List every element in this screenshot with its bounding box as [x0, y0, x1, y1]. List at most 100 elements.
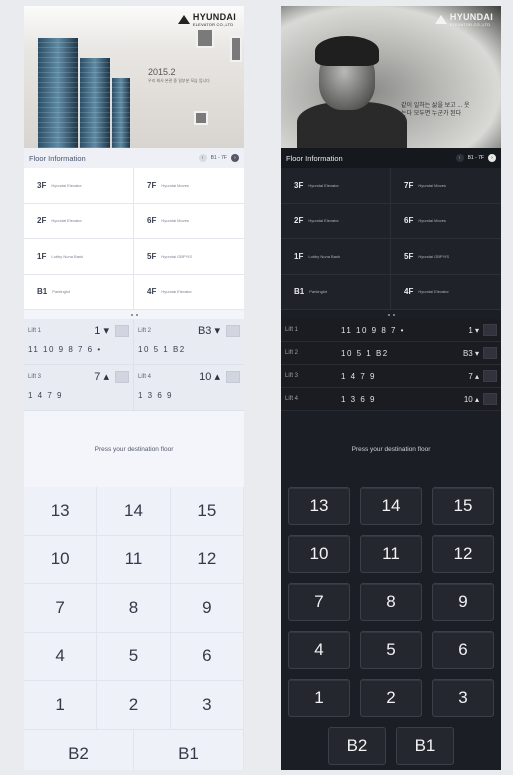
floor-key[interactable]: 2	[97, 681, 171, 730]
floor-key-b2[interactable]: B2	[328, 727, 386, 765]
brand-subtitle: ELEVATOR CO.,LTD	[192, 22, 234, 27]
floor-key[interactable]: 5	[360, 631, 422, 669]
floor-entry[interactable]: 7F Hyundai Moves	[391, 168, 501, 204]
lift-current-floor: 10 ▴	[463, 394, 479, 404]
floor-key[interactable]: 8	[97, 584, 171, 633]
floor-key-b1[interactable]: B1	[396, 727, 454, 765]
floor-directory: 3F Hyundai Elevator 7F Hyundai Moves 2F Hyu…	[281, 168, 501, 310]
hero-date: 2015.2	[148, 67, 176, 77]
chevron-left-icon[interactable]: ‹	[198, 154, 207, 162]
floor-key-b1[interactable]: B1	[134, 729, 244, 770]
floor-number: 6F	[404, 216, 414, 226]
lift-status: Lift 4 1 3 6 9 10 ▴	[281, 388, 501, 411]
floor-key[interactable]: 4	[24, 632, 98, 681]
floor-key[interactable]: 14	[97, 487, 171, 536]
floor-key[interactable]: 9	[170, 584, 244, 633]
floor-entry[interactable]: 4F Hyundai Elevator	[134, 274, 244, 310]
lift-status: Lift 2 10 5 1 B2 B3 ▾	[281, 342, 501, 365]
floor-number: 7F	[404, 180, 414, 190]
floor-key[interactable]: 15	[170, 487, 244, 536]
floor-key[interactable]: 8	[360, 583, 422, 621]
building-image	[38, 38, 78, 148]
lift-current-floor: 7 ▴	[94, 371, 109, 383]
floor-entry[interactable]: 2F Hyundai Elevator	[24, 203, 134, 239]
brand-subtitle: ELEVATOR CO.,LTD	[449, 22, 491, 27]
lift-name: Lift 4	[285, 396, 299, 402]
chevron-left-icon[interactable]: ‹	[455, 154, 464, 162]
floor-tenant: Lobby Nuna Bank	[308, 253, 341, 259]
hero-caption: 우리 회사 본관 중 일부분 모습 입니다	[148, 78, 210, 83]
floor-tenant: Lobby Nuna Bank	[51, 253, 84, 259]
floor-info-title: Floor Information	[29, 153, 86, 163]
lift-status-list: Lift 1 11 10 9 8 7 • 1 ▾ Lift 2 10 5 1 B2 B3…	[281, 319, 501, 411]
floor-number: 5F	[147, 251, 157, 261]
floor-tenant: Hyundai Moves	[418, 218, 446, 224]
page-dot	[130, 313, 133, 316]
chevron-right-icon[interactable]: ›	[231, 154, 239, 162]
floor-key[interactable]: 5	[97, 632, 171, 681]
thumbnail-photo	[194, 111, 208, 125]
floor-entry[interactable]: 3F Hyundai Elevator	[281, 168, 391, 204]
light-kiosk-panel: 2015.2 우리 회사 본관 중 일부분 모습 입니다 HYUNDAI ELEV…	[24, 6, 244, 770]
lift-queue: 1 3 6 9	[138, 390, 173, 400]
floor-number: 5F	[404, 251, 414, 261]
floor-key[interactable]: 10	[24, 535, 98, 584]
floor-key[interactable]: 13	[288, 487, 350, 525]
floor-key[interactable]: 7	[24, 584, 98, 633]
floor-entry[interactable]: 5F Hyundai GBPYIS	[134, 239, 244, 275]
floor-key[interactable]: 1	[24, 681, 98, 730]
floor-number: 2F	[37, 216, 47, 226]
floor-key-b2[interactable]: B2	[24, 729, 134, 770]
floor-key[interactable]: 9	[432, 583, 494, 621]
brand-name: HYUNDAI	[192, 12, 236, 22]
floor-key[interactable]: 7	[288, 583, 350, 621]
floor-key[interactable]: 1	[288, 679, 350, 717]
floor-entry[interactable]: 1F Lobby Nuna Bank	[281, 239, 391, 275]
floor-key[interactable]: 12	[170, 535, 244, 584]
floor-entry[interactable]: 3F Hyundai Elevator	[24, 168, 134, 204]
lift-current-floor: B3 ▾	[462, 348, 479, 358]
floor-key[interactable]: 12	[432, 535, 494, 573]
destination-prompt: Press your destination floor	[351, 445, 431, 453]
page-dot	[392, 313, 395, 316]
lift-name: Lift 2	[138, 327, 152, 334]
floor-key[interactable]: 6	[432, 631, 494, 669]
floor-info-header: Floor Information ‹ B1 - 7F ›	[281, 148, 501, 168]
floor-key[interactable]: 2	[360, 679, 422, 717]
lift-current-floor: 7 ▴	[468, 371, 479, 381]
floor-page-label: B1 - 7F	[210, 155, 227, 161]
floor-entry[interactable]: 6F Hyundai Moves	[391, 203, 501, 239]
floor-tenant: Hyundai Elevator	[51, 182, 82, 188]
lift-name: Lift 2	[285, 350, 299, 356]
brand-logo: HYUNDAI ELEVATOR CO.,LTD	[177, 12, 236, 27]
chevron-right-icon[interactable]: ›	[488, 154, 496, 162]
floor-key[interactable]: 13	[24, 487, 98, 536]
lift-queue: 10 5 1 B2	[341, 348, 389, 358]
floor-tenant: Hyundai Moves	[161, 182, 189, 188]
floor-key[interactable]: 14	[360, 487, 422, 525]
brand-name: HYUNDAI	[449, 12, 493, 22]
floor-entry[interactable]: B1 Parkinglot	[281, 274, 391, 310]
floor-entry[interactable]: 5F Hyundai GBPYIS	[391, 239, 501, 275]
page-dot	[387, 313, 390, 316]
floor-tenant: Hyundai Elevator	[418, 289, 449, 295]
floor-key[interactable]: 3	[432, 679, 494, 717]
floor-entry[interactable]: B1 Parkinglot	[24, 274, 134, 310]
floor-number: 1F	[37, 251, 47, 261]
floor-key[interactable]: 6	[170, 632, 244, 681]
thumbnail-photo	[196, 28, 214, 48]
floor-key[interactable]: 11	[97, 535, 171, 584]
floor-entry[interactable]: 1F Lobby Nuna Bank	[24, 239, 134, 275]
floor-entry[interactable]: 2F Hyundai Elevator	[281, 203, 391, 239]
floor-key[interactable]: 10	[288, 535, 350, 573]
lift-status: Lift 1 1 ▾ 11 10 9 8 7 6 •	[24, 319, 134, 365]
floor-entry[interactable]: 4F Hyundai Elevator	[391, 274, 501, 310]
floor-key[interactable]: 3	[170, 681, 244, 730]
floor-entry[interactable]: 6F Hyundai Moves	[134, 203, 244, 239]
floor-key[interactable]: 11	[360, 535, 422, 573]
lift-status: Lift 4 10 ▴ 1 3 6 9	[134, 365, 244, 411]
floor-entry[interactable]: 7F Hyundai Moves	[134, 168, 244, 204]
lift-queue: 1 4 7 9	[341, 371, 376, 381]
floor-key[interactable]: 15	[432, 487, 494, 525]
floor-key[interactable]: 4	[288, 631, 350, 669]
